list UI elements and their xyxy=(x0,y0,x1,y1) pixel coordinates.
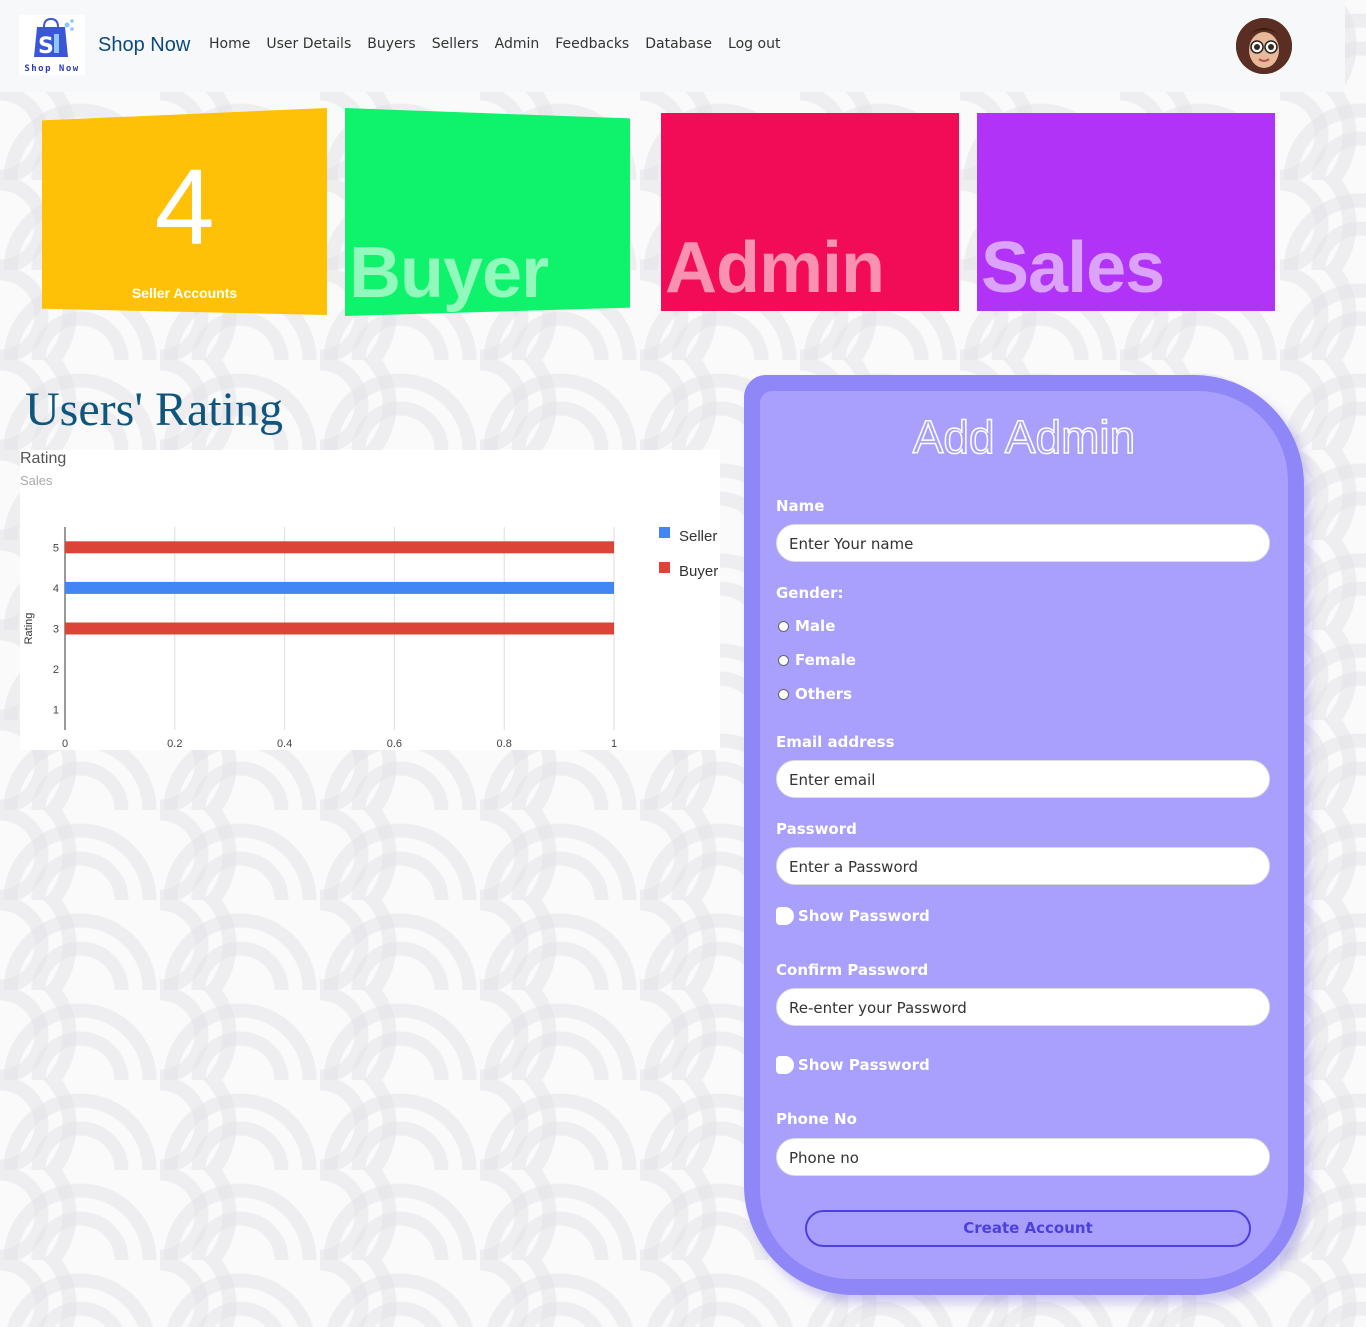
profile-picture xyxy=(1236,18,1292,74)
male-label: Male xyxy=(795,617,836,635)
create-account-button[interactable]: Create Account xyxy=(805,1210,1251,1247)
others-radio[interactable] xyxy=(778,688,789,700)
nav-database[interactable]: Database xyxy=(645,36,712,52)
name-label: Name xyxy=(776,497,825,515)
brand-name[interactable]: Shop Now xyxy=(98,34,190,57)
shopping-bag-icon: S xyxy=(34,17,74,59)
female-label: Female xyxy=(795,651,856,669)
gender-male-option[interactable]: Male xyxy=(778,617,835,635)
avatar[interactable] xyxy=(1236,18,1292,74)
name-input[interactable]: Enter Your name xyxy=(776,524,1270,562)
navbar: S Shop Now Shop Now Home User Details Bu… xyxy=(0,0,1345,92)
y-tick-label: 2 xyxy=(53,664,59,676)
shop-now-logo[interactable]: S Shop Now xyxy=(19,15,85,75)
show-password-checkbox-2[interactable] xyxy=(776,1056,794,1074)
nav-admin[interactable]: Admin xyxy=(495,36,540,52)
nav-buyers[interactable]: Buyers xyxy=(367,36,415,52)
nav-user-details[interactable]: User Details xyxy=(266,36,351,52)
x-tick-label: 1 xyxy=(611,738,617,750)
nav-log-out[interactable]: Log out xyxy=(728,36,780,52)
phone-input[interactable]: Phone no xyxy=(776,1138,1270,1176)
rating-chart: Rating Sales 0 0.2 0.4 0.6 0.8 1 1 2 3 4 5 Rating Se… xyxy=(20,450,720,750)
legend-label-seller: Seller xyxy=(679,528,717,545)
gender-label: Gender: xyxy=(776,584,844,602)
gender-others-option[interactable]: Others xyxy=(778,685,852,703)
admin-label: Admin xyxy=(665,228,885,308)
add-admin-heading: Add Admin xyxy=(912,410,1136,464)
password-input[interactable]: Enter a Password xyxy=(776,847,1270,885)
y-tick-label: 3 xyxy=(53,624,59,636)
x-tick-label: 0.8 xyxy=(497,738,512,750)
seller-count: 4 xyxy=(154,146,215,267)
nav-sellers[interactable]: Sellers xyxy=(432,36,479,52)
confirm-password-label: Confirm Password xyxy=(776,961,929,979)
nav-links: Home User Details Buyers Sellers Admin F… xyxy=(209,36,796,52)
y-tick-label: 1 xyxy=(53,705,59,717)
x-tick-label: 0.4 xyxy=(277,738,292,750)
logo-caption: Shop Now xyxy=(24,64,80,74)
y-axis-label: Rating xyxy=(23,613,35,645)
legend-label-buyer: Buyer xyxy=(679,563,718,580)
svg-text:S: S xyxy=(38,34,54,59)
seller-accounts-card[interactable]: 4 Seller Accounts xyxy=(42,108,327,315)
others-label: Others xyxy=(795,685,853,703)
show-password-toggle-2[interactable]: Show Password xyxy=(776,1056,930,1074)
legend-swatch-buyer xyxy=(659,562,670,573)
password-label: Password xyxy=(776,820,857,838)
buyer-card[interactable]: Buyer xyxy=(345,108,630,316)
sales-label: Sales xyxy=(981,228,1165,308)
bar-buyer xyxy=(65,622,614,635)
show-password-toggle-1[interactable]: Show Password xyxy=(776,907,930,925)
male-radio[interactable] xyxy=(778,620,789,632)
admin-card[interactable]: Admin xyxy=(661,113,959,311)
gender-female-option[interactable]: Female xyxy=(778,651,856,669)
sales-card[interactable]: Sales xyxy=(977,113,1275,311)
show-password-label-2: Show Password xyxy=(798,1056,930,1074)
phone-label: Phone No xyxy=(776,1110,857,1128)
email-input[interactable]: Enter email xyxy=(776,760,1270,798)
seller-accounts-label: Seller Accounts xyxy=(131,285,238,301)
bar-seller xyxy=(65,581,614,594)
x-tick-label: 0.2 xyxy=(167,738,182,750)
email-label: Email address xyxy=(776,733,895,751)
confirm-password-input[interactable]: Re-enter your Password xyxy=(776,988,1270,1026)
x-tick-label: 0 xyxy=(62,738,68,750)
x-tick-label: 0.6 xyxy=(387,738,402,750)
nav-home[interactable]: Home xyxy=(209,36,250,52)
users-rating-heading: Users' Rating xyxy=(25,383,283,436)
nav-feedbacks[interactable]: Feedbacks xyxy=(555,36,629,52)
female-radio[interactable] xyxy=(778,654,789,666)
y-tick-label: 5 xyxy=(53,542,59,554)
show-password-checkbox-1[interactable] xyxy=(776,907,794,925)
chart-canvas: 0 0.2 0.4 0.6 0.8 1 1 2 3 4 5 Rating Seller Buyer xyxy=(23,527,718,750)
y-tick-label: 4 xyxy=(53,583,59,595)
bar-buyer xyxy=(65,541,614,554)
legend-swatch-seller xyxy=(659,527,670,538)
show-password-label-1: Show Password xyxy=(798,907,930,925)
buyer-label: Buyer xyxy=(349,233,549,313)
